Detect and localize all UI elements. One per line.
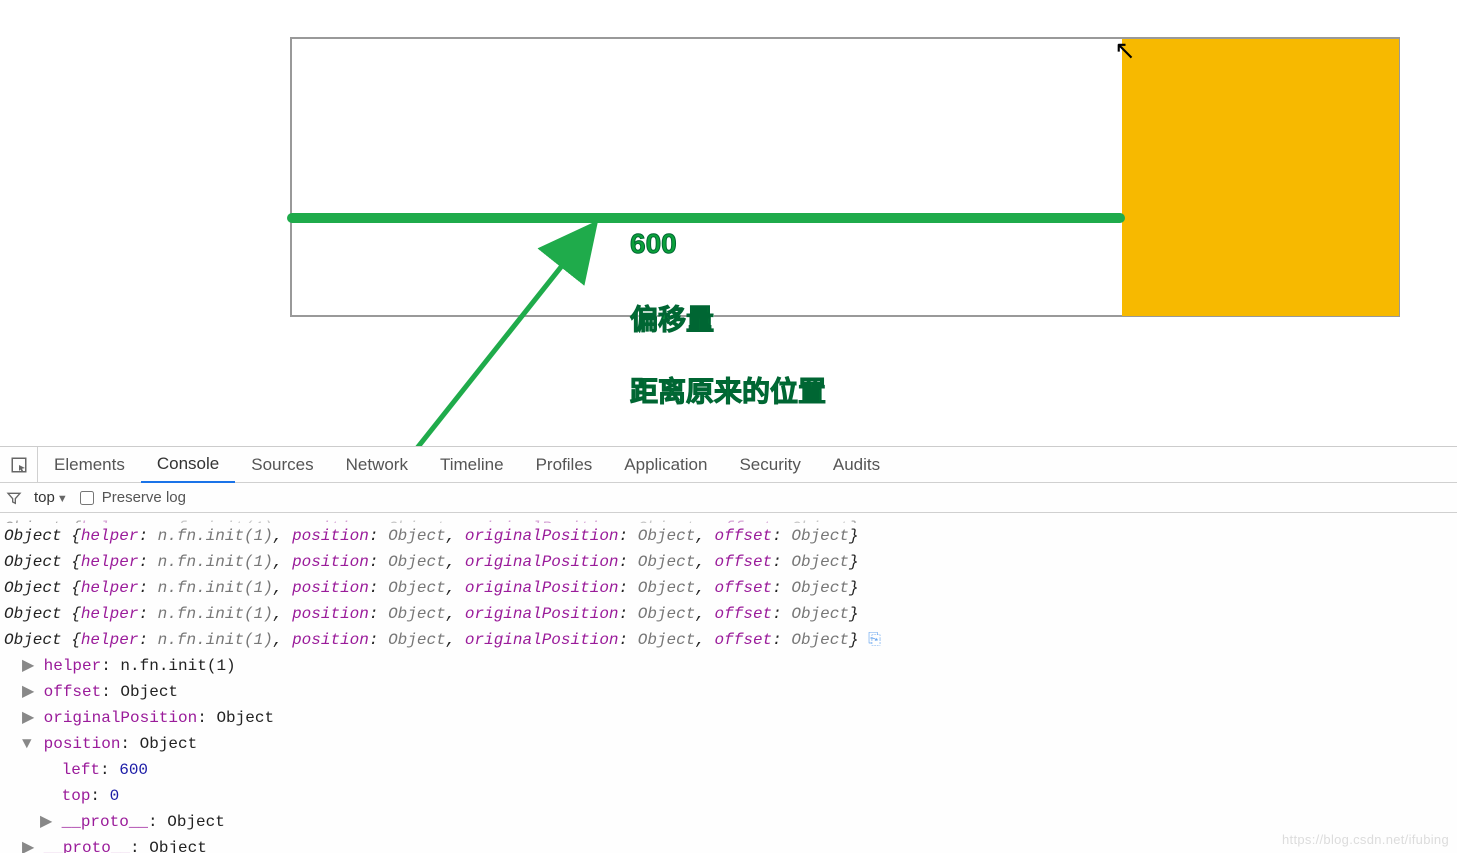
tab-profiles[interactable]: Profiles — [520, 447, 609, 483]
console-line[interactable]: Object {helper: n.fn.init(1), position: … — [4, 549, 1453, 575]
tab-console[interactable]: Console — [141, 447, 235, 483]
preserve-log-checkbox[interactable] — [80, 491, 94, 505]
console-line-expanded[interactable]: Object {helper: n.fn.init(1), position: … — [4, 627, 1453, 653]
annotation-value: 600 — [630, 228, 677, 260]
console-line[interactable]: Object {helper: n.fn.init(1), position: … — [4, 575, 1453, 601]
console-tree-row[interactable]: ▶ __proto__: Object — [4, 809, 1453, 835]
execution-context-select[interactable]: top▼ — [30, 489, 72, 506]
annotation-offset: 偏移量 — [630, 298, 714, 338]
tab-elements[interactable]: Elements — [38, 447, 141, 483]
inspect-button[interactable] — [0, 447, 38, 483]
tab-timeline[interactable]: Timeline — [424, 447, 520, 483]
tab-security[interactable]: Security — [723, 447, 816, 483]
console-tree-row[interactable]: ▶ offset: Object — [4, 679, 1453, 705]
console-tree-row[interactable]: ▶ originalPosition: Object — [4, 705, 1453, 731]
console-line[interactable]: Object {helper: n.fn.init(1), position: … — [4, 601, 1453, 627]
inspect-icon — [10, 456, 28, 474]
tab-application[interactable]: Application — [608, 447, 723, 483]
console-line: Object {helper: n.fn.init(1), position: … — [4, 515, 1453, 523]
console-line[interactable]: Object {helper: n.fn.init(1), position: … — [4, 523, 1453, 549]
filter-icon[interactable] — [6, 490, 22, 506]
devtools-panel: ElementsConsoleSourcesNetworkTimelinePro… — [0, 446, 1457, 853]
console-tree-row[interactable]: top: 0 — [4, 783, 1453, 809]
demo-stage: ↖ — [290, 37, 1400, 317]
console-tree-row[interactable]: ▶ __proto__: Object — [4, 835, 1453, 853]
console-toolbar: top▼ Preserve log — [0, 483, 1457, 513]
console-output: Object {helper: n.fn.init(1), position: … — [0, 513, 1457, 853]
preserve-log-label: Preserve log — [102, 489, 186, 506]
tab-sources[interactable]: Sources — [235, 447, 329, 483]
console-tree-row[interactable]: ▶ helper: n.fn.init(1) — [4, 653, 1453, 679]
tab-audits[interactable]: Audits — [817, 447, 896, 483]
console-tree-row[interactable]: ▼ position: Object — [4, 731, 1453, 757]
annotation-distance: 距离原来的位置 — [630, 370, 826, 410]
draggable-box[interactable] — [1122, 39, 1399, 316]
tab-network[interactable]: Network — [330, 447, 424, 483]
watermark: https://blog.csdn.net/ifubing — [1282, 832, 1449, 847]
devtools-tabbar: ElementsConsoleSourcesNetworkTimelinePro… — [0, 447, 1457, 483]
console-tree-row[interactable]: left: 600 — [4, 757, 1453, 783]
